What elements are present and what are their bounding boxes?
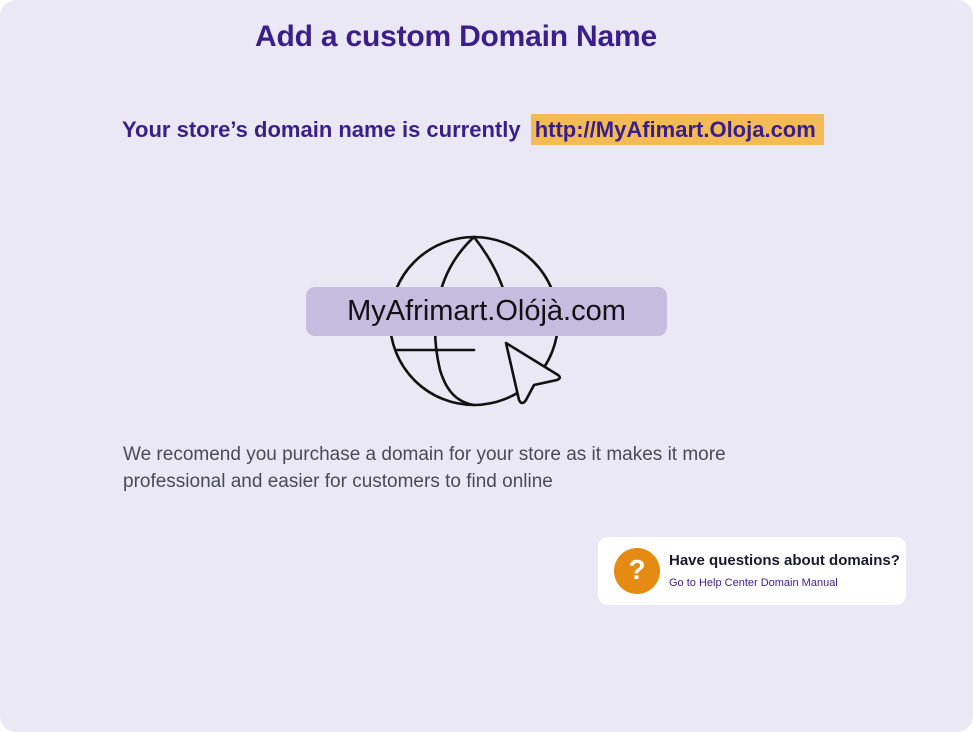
- question-mark-icon: ?: [614, 548, 660, 594]
- current-domain-line: Your store’s domain name is currently ht…: [122, 114, 824, 145]
- help-title: Have questions about domains?: [669, 552, 900, 569]
- current-domain-url: http://MyAfimart.Oloja.com: [530, 114, 824, 145]
- help-center-link[interactable]: Go to Help Center Domain Manual: [669, 577, 838, 589]
- cursor-arrow-icon: [504, 341, 562, 405]
- current-domain-prefix: Your store’s domain name is currently: [122, 117, 521, 142]
- domain-illustration: MyAfrimart.Olójà.com: [300, 230, 680, 415]
- page-title: Add a custom Domain Name: [255, 20, 657, 53]
- domain-settings-panel: Add a custom Domain Name Your store’s do…: [0, 0, 973, 732]
- recommendation-text: We recomend you purchase a domain for yo…: [123, 444, 726, 492]
- help-card[interactable]: ? Have questions about domains? Go to He…: [598, 537, 906, 605]
